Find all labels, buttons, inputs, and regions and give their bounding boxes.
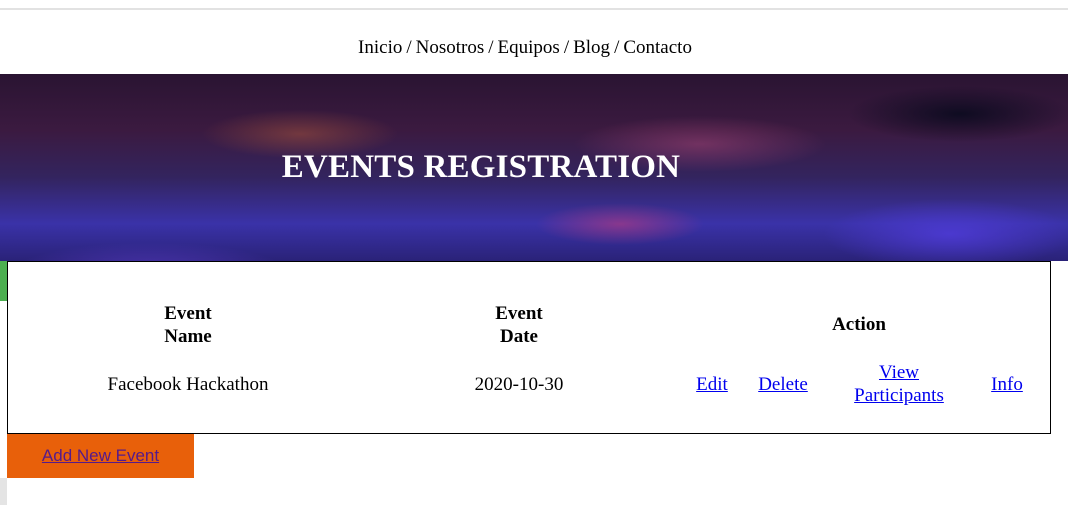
nav-item-nosotros[interactable]: Nosotros bbox=[416, 37, 485, 58]
info-link[interactable]: Info bbox=[991, 374, 1023, 395]
top-nav: Inicio / Nosotros / Equipos / Blog / Contacto bbox=[0, 36, 1050, 60]
events-table: Event Name Event Date Action Facebook Ha… bbox=[7, 261, 1051, 434]
cell-event-name: Facebook Hackathon bbox=[107, 374, 269, 395]
header-action: Action bbox=[832, 314, 886, 335]
hero-banner: EVENTS REGISTRATION bbox=[0, 74, 1068, 261]
page-title: EVENTS REGISTRATION bbox=[281, 149, 681, 185]
nav-item-inicio[interactable]: Inicio bbox=[358, 37, 402, 58]
edit-link[interactable]: Edit bbox=[696, 374, 728, 395]
nav-separator: / bbox=[563, 37, 570, 58]
nav-item-equipos[interactable]: Equipos bbox=[498, 37, 560, 58]
accent-strip bbox=[0, 261, 7, 301]
header-event-name: Event Name bbox=[164, 303, 212, 347]
header-event-date: Event Date bbox=[495, 303, 543, 347]
delete-link[interactable]: Delete bbox=[758, 374, 808, 395]
add-new-event-link[interactable]: Add New Event bbox=[42, 446, 159, 466]
nav-item-contacto[interactable]: Contacto bbox=[623, 37, 692, 58]
nav-separator: / bbox=[488, 37, 494, 58]
add-new-event-button[interactable]: Add New Event bbox=[7, 434, 194, 478]
top-divider bbox=[0, 8, 1068, 10]
nav-item-blog[interactable]: Blog bbox=[573, 37, 610, 58]
scroll-edge bbox=[0, 478, 7, 505]
nav-separator: / bbox=[614, 37, 620, 58]
view-participants-link[interactable]: View Participants bbox=[854, 362, 944, 406]
cell-event-date: 2020-10-30 bbox=[474, 374, 564, 395]
nav-separator: / bbox=[406, 37, 412, 58]
